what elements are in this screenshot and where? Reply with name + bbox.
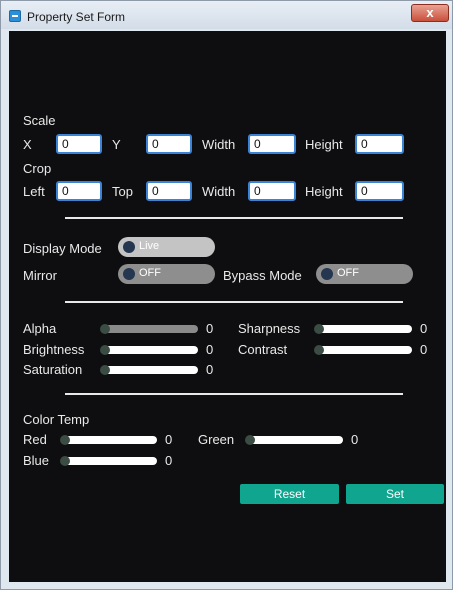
crop-left-field[interactable] (56, 181, 102, 201)
scale-width-field[interactable] (248, 134, 296, 154)
bypass-mode-label: Bypass Mode (223, 268, 302, 283)
slider-thumb[interactable] (100, 365, 110, 375)
contrast-slider[interactable] (314, 345, 412, 355)
toggle-knob-icon (123, 241, 135, 253)
sharpness-label: Sharpness (238, 321, 301, 336)
divider (65, 301, 403, 303)
bypass-mode-value: OFF (337, 267, 359, 279)
crop-height-field[interactable] (355, 181, 404, 201)
slider-thumb[interactable] (100, 345, 110, 355)
saturation-value: 0 (206, 362, 214, 377)
crop-width-label: Width (202, 184, 236, 199)
title-bar[interactable]: Property Set Form x (1, 1, 452, 29)
mirror-toggle[interactable]: OFF (118, 264, 215, 284)
divider (65, 393, 403, 395)
green-value: 0 (351, 432, 359, 447)
slider-thumb[interactable] (60, 456, 70, 466)
crop-heading: Crop (23, 161, 52, 176)
close-button[interactable]: x (411, 4, 449, 22)
green-label: Green (198, 432, 235, 447)
contrast-label: Contrast (238, 342, 288, 357)
crop-width-field[interactable] (248, 181, 296, 201)
red-slider[interactable] (60, 435, 157, 445)
blue-value: 0 (165, 453, 173, 468)
property-set-form-window: Property Set Form x Scale X Y Width Heig… (0, 0, 453, 590)
green-slider[interactable] (245, 435, 343, 445)
crop-left-label: Left (23, 184, 45, 199)
crop-top-field[interactable] (146, 181, 192, 201)
scale-y-label: Y (112, 137, 121, 152)
scale-x-field[interactable] (56, 134, 102, 154)
scale-height-field[interactable] (355, 134, 404, 154)
saturation-slider[interactable] (100, 365, 198, 375)
toggle-knob-icon (123, 268, 135, 280)
slider-thumb[interactable] (100, 324, 110, 334)
display-mode-toggle[interactable]: Live (118, 237, 215, 257)
crop-height-label: Height (305, 184, 343, 199)
sharpness-value: 0 (420, 321, 428, 336)
scale-x-label: X (23, 137, 32, 152)
scale-width-label: Width (202, 137, 236, 152)
divider (65, 217, 403, 219)
blue-slider[interactable] (60, 456, 157, 466)
app-icon (9, 10, 21, 22)
window-title: Property Set Form (27, 10, 126, 24)
alpha-label: Alpha (23, 321, 57, 336)
crop-top-label: Top (112, 184, 133, 199)
mirror-label: Mirror (23, 268, 57, 283)
color-temp-heading: Color Temp (23, 412, 90, 427)
reset-button[interactable]: Reset (240, 484, 339, 504)
brightness-value: 0 (206, 342, 214, 357)
set-button[interactable]: Set (346, 484, 444, 504)
blue-label: Blue (23, 453, 50, 468)
saturation-label: Saturation (23, 362, 83, 377)
scale-height-label: Height (305, 137, 343, 152)
scale-heading: Scale (23, 113, 56, 128)
slider-thumb[interactable] (60, 435, 70, 445)
slider-thumb[interactable] (314, 345, 324, 355)
sharpness-slider[interactable] (314, 324, 412, 334)
alpha-slider[interactable] (100, 324, 198, 334)
bypass-mode-toggle[interactable]: OFF (316, 264, 413, 284)
display-mode-value: Live (139, 240, 160, 252)
alpha-value: 0 (206, 321, 214, 336)
brightness-label: Brightness (23, 342, 85, 357)
scale-y-field[interactable] (146, 134, 192, 154)
contrast-value: 0 (420, 342, 428, 357)
display-mode-label: Display Mode (23, 241, 102, 256)
toggle-knob-icon (321, 268, 333, 280)
form-panel: Scale X Y Width Height Crop Left Top Wid… (9, 31, 446, 582)
mirror-value: OFF (139, 267, 161, 279)
slider-thumb[interactable] (245, 435, 255, 445)
slider-thumb[interactable] (314, 324, 324, 334)
brightness-slider[interactable] (100, 345, 198, 355)
red-value: 0 (165, 432, 173, 447)
red-label: Red (23, 432, 47, 447)
